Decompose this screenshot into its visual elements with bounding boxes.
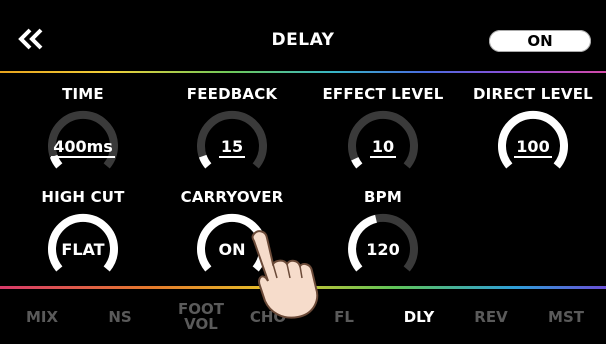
knob-value: 15 [163, 137, 301, 158]
knob-label: CARRYOVER [180, 188, 284, 206]
nav-item-foot-vol[interactable]: FOOT VOL [167, 290, 235, 344]
knob-value-text: 100 [514, 137, 552, 158]
nav-item-rev[interactable]: REV [457, 290, 525, 344]
knob-direct-level[interactable]: DIRECT LEVEL 100 [464, 85, 602, 175]
effect-on-toggle[interactable]: ON [489, 30, 591, 52]
knob-value: 100 [464, 137, 602, 158]
knob-level-fill [198, 154, 212, 169]
nav-item-dly[interactable]: DLY [385, 290, 453, 344]
nav-item-ns[interactable]: NS [86, 290, 154, 344]
nav-item-mst[interactable]: MST [532, 290, 600, 344]
knob-value: 10 [314, 137, 452, 158]
knob-value-text: 15 [218, 137, 246, 158]
knob-value-text: 10 [369, 137, 397, 158]
knob-effect-level[interactable]: EFFECT LEVEL 10 [314, 85, 452, 175]
knob-feedback[interactable]: FEEDBACK 15 [163, 85, 301, 175]
top-divider [0, 71, 606, 73]
knob-value-text: 400ms [51, 137, 115, 158]
knob-label: EFFECT LEVEL [322, 85, 444, 103]
knob-value-text: 120 [366, 240, 400, 259]
knob-label: TIME [62, 85, 104, 103]
knob-level-fill [351, 157, 363, 169]
knob-value-text: FLAT [61, 240, 105, 259]
knob-label: HIGH CUT [41, 188, 125, 206]
knob-high-cut[interactable]: HIGH CUT FLAT [14, 188, 152, 278]
knob-time[interactable]: TIME 400ms [14, 85, 152, 175]
knob-value: FLAT [14, 240, 152, 259]
pointing-hand-icon [251, 230, 319, 319]
delay-screen: DELAY ON TIME 400ms FEEDBACK 15 EFFECT LEVEL… [0, 0, 606, 344]
knob-label: DIRECT LEVEL [473, 85, 593, 103]
knob-value: 400ms [14, 137, 152, 158]
nav-item-mix[interactable]: MIX [8, 290, 76, 344]
header-bar: DELAY ON [0, 0, 606, 72]
knob-label: BPM [364, 188, 402, 206]
knob-label: FEEDBACK [186, 85, 278, 103]
